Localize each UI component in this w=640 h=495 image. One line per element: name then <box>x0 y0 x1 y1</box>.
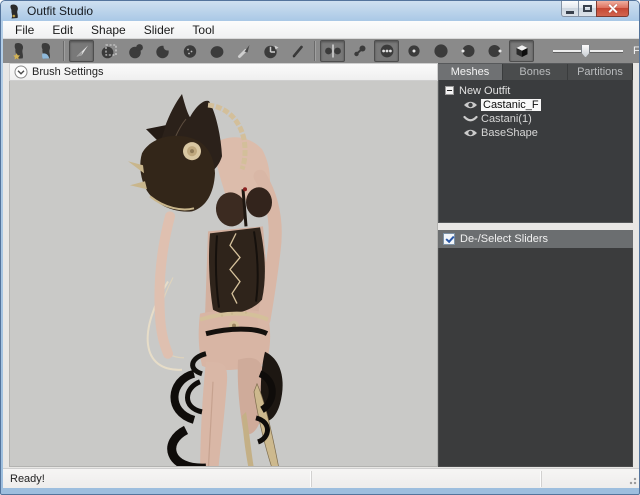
inflate-brush-icon[interactable] <box>123 40 148 62</box>
tree-root-label: New Outfit <box>459 85 510 97</box>
connected-vertices-icon[interactable] <box>347 40 372 62</box>
menu-shape[interactable]: Shape <box>82 21 135 39</box>
status-bar: Ready! <box>3 468 639 488</box>
tree-item-baseshape[interactable]: BaseShape <box>445 126 632 139</box>
right-panel: Meshes Bones Partitions New Outfit Casta… <box>438 63 633 467</box>
window-title: Outfit Studio <box>27 4 93 18</box>
app-logo-icon <box>8 4 21 19</box>
eye-open-icon[interactable] <box>463 128 478 138</box>
brush-settings-bar[interactable]: Brush Settings <box>9 63 438 81</box>
brush-dot-right-icon[interactable] <box>482 40 507 62</box>
smooth-brush-icon[interactable] <box>177 40 202 62</box>
xmirror-icon[interactable] <box>320 40 345 62</box>
brush-circle-icon[interactable] <box>428 40 453 62</box>
menu-bar: File Edit Shape Slider Tool <box>3 21 639 39</box>
fov-slider[interactable] <box>553 50 623 53</box>
maximize-button[interactable] <box>579 1 596 17</box>
resize-grip[interactable] <box>627 475 637 485</box>
paint-brush-icon[interactable] <box>231 40 256 62</box>
status-segment <box>541 471 639 487</box>
eye-open-icon[interactable] <box>463 100 478 110</box>
mesh-tab-bar: Meshes Bones Partitions <box>438 63 633 80</box>
global-brush-collision-icon[interactable] <box>374 40 399 62</box>
brush-settings-label: Brush Settings <box>32 66 104 78</box>
menu-edit[interactable]: Edit <box>43 21 82 39</box>
select-tool-icon[interactable] <box>69 40 94 62</box>
mask-brush-icon[interactable] <box>96 40 121 62</box>
status-segment <box>311 471 541 487</box>
minimize-button[interactable] <box>561 1 579 17</box>
maximize-icon <box>583 5 592 12</box>
tab-partitions[interactable]: Partitions <box>568 64 633 80</box>
viewport-3d[interactable] <box>9 81 438 467</box>
minimize-icon <box>566 11 574 14</box>
load-project-icon[interactable] <box>34 40 59 62</box>
chevron-down-icon[interactable] <box>14 65 28 79</box>
select-sliders-checkbox[interactable] <box>443 233 455 245</box>
title-bar[interactable]: Outfit Studio <box>1 1 639 21</box>
collapse-expander-icon[interactable] <box>445 86 454 95</box>
outfit-tree: New Outfit Castanic_F Castani(1) <box>438 80 633 223</box>
sliders-list[interactable] <box>438 248 633 467</box>
toolbar-separator <box>314 41 316 61</box>
tab-bones[interactable]: Bones <box>503 64 568 80</box>
tree-item-castanic-f[interactable]: Castanic_F <box>445 98 632 111</box>
close-button[interactable] <box>596 1 629 17</box>
brush-dot-left-icon[interactable] <box>455 40 480 62</box>
view-cube-icon[interactable] <box>509 40 534 62</box>
fov-label: Field of <box>633 45 639 57</box>
pen-tool-icon[interactable] <box>285 40 310 62</box>
fov-slider-thumb[interactable] <box>581 45 590 57</box>
transform-tool-icon[interactable] <box>258 40 283 62</box>
tab-meshes[interactable]: Meshes <box>438 64 503 80</box>
new-project-icon[interactable] <box>7 40 32 62</box>
tree-item-castani1[interactable]: Castani(1) <box>445 112 632 125</box>
tree-item-label: BaseShape <box>481 127 538 139</box>
outfit-studio-window: Outfit Studio File Edit Shape Slider Too… <box>0 0 640 495</box>
tree-item-label: Castani(1) <box>481 113 532 125</box>
close-icon <box>607 3 618 14</box>
tree-root-row[interactable]: New Outfit <box>445 84 632 97</box>
sliders-header-label: De-/Select Sliders <box>460 233 548 245</box>
eye-closed-icon[interactable] <box>463 114 478 124</box>
menu-slider[interactable]: Slider <box>135 21 184 39</box>
menu-file[interactable]: File <box>6 21 43 39</box>
deflate-brush-icon[interactable] <box>150 40 175 62</box>
toolbar-separator <box>63 41 65 61</box>
model-castanic-f <box>10 81 437 466</box>
status-text: Ready! <box>3 473 311 485</box>
workspace: Brush Settings <box>3 63 639 468</box>
tree-item-label: Castanic_F <box>481 99 541 111</box>
panel-splitter[interactable] <box>438 223 633 230</box>
menu-tool[interactable]: Tool <box>183 21 223 39</box>
brush-dot-center-icon[interactable] <box>401 40 426 62</box>
sliders-header: De-/Select Sliders <box>438 230 633 248</box>
toolbar: Field of <box>3 39 639 63</box>
move-brush-icon[interactable] <box>204 40 229 62</box>
